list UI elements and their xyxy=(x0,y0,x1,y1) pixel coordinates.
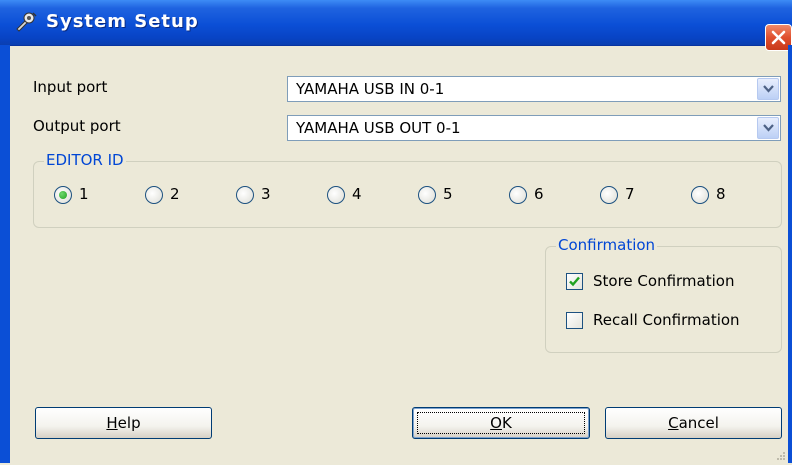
editor-id-radio-label[interactable]: 2 xyxy=(170,185,180,203)
chevron-down-icon[interactable] xyxy=(757,78,779,100)
editor-id-radio-label[interactable]: 1 xyxy=(79,185,89,203)
store-confirmation-checkbox[interactable] xyxy=(566,273,583,290)
editor-id-radio-3[interactable] xyxy=(236,186,254,204)
help-button[interactable]: Help xyxy=(35,407,212,439)
input-port-value: YAMAHA USB IN 0-1 xyxy=(296,80,445,98)
store-confirmation-label[interactable]: Store Confirmation xyxy=(593,272,734,290)
input-port-select[interactable]: YAMAHA USB IN 0-1 xyxy=(287,76,781,102)
confirmation-group xyxy=(545,246,782,353)
recall-confirmation-label[interactable]: Recall Confirmation xyxy=(593,311,740,329)
cancel-button-label: ancel xyxy=(678,414,719,432)
editor-id-radio-8[interactable] xyxy=(691,186,709,204)
resize-grip-icon[interactable] xyxy=(776,447,786,465)
editor-id-radio-label[interactable]: 4 xyxy=(352,185,362,203)
editor-id-radio-label[interactable]: 7 xyxy=(625,185,635,203)
editor-id-radio-2[interactable] xyxy=(145,186,163,204)
output-port-value: YAMAHA USB OUT 0-1 xyxy=(296,119,461,137)
window-title: System Setup xyxy=(46,11,199,32)
editor-id-radio-6[interactable] xyxy=(509,186,527,204)
confirmation-legend: Confirmation xyxy=(556,236,658,254)
editor-id-radio-label[interactable]: 5 xyxy=(443,185,453,203)
window-frame-left xyxy=(0,45,10,463)
editor-id-radio-label[interactable]: 6 xyxy=(534,185,544,203)
output-port-select[interactable]: YAMAHA USB OUT 0-1 xyxy=(287,115,781,141)
cancel-button[interactable]: Cancel xyxy=(605,407,782,439)
recall-confirmation-checkbox[interactable] xyxy=(566,312,583,329)
editor-id-radio-1[interactable] xyxy=(54,186,72,204)
cancel-mnemonic: C xyxy=(668,414,679,432)
help-mnemonic: H xyxy=(106,414,118,432)
settings-tool-icon xyxy=(14,11,38,33)
editor-id-radio-4[interactable] xyxy=(327,186,345,204)
focus-rectangle xyxy=(417,412,585,434)
editor-id-radio-7[interactable] xyxy=(600,186,618,204)
chevron-down-icon[interactable] xyxy=(757,117,779,139)
input-port-label: Input port xyxy=(33,78,108,96)
editor-id-radio-label[interactable]: 3 xyxy=(261,185,271,203)
window-frame-right xyxy=(788,45,792,463)
ok-button[interactable]: OK xyxy=(412,407,590,439)
editor-id-legend: EDITOR ID xyxy=(44,151,126,169)
editor-id-radio-5[interactable] xyxy=(418,186,436,204)
output-port-label: Output port xyxy=(33,117,121,135)
title-bar[interactable]: System Setup xyxy=(0,0,792,51)
help-button-label: elp xyxy=(117,414,141,432)
editor-id-radio-label[interactable]: 8 xyxy=(716,185,726,203)
